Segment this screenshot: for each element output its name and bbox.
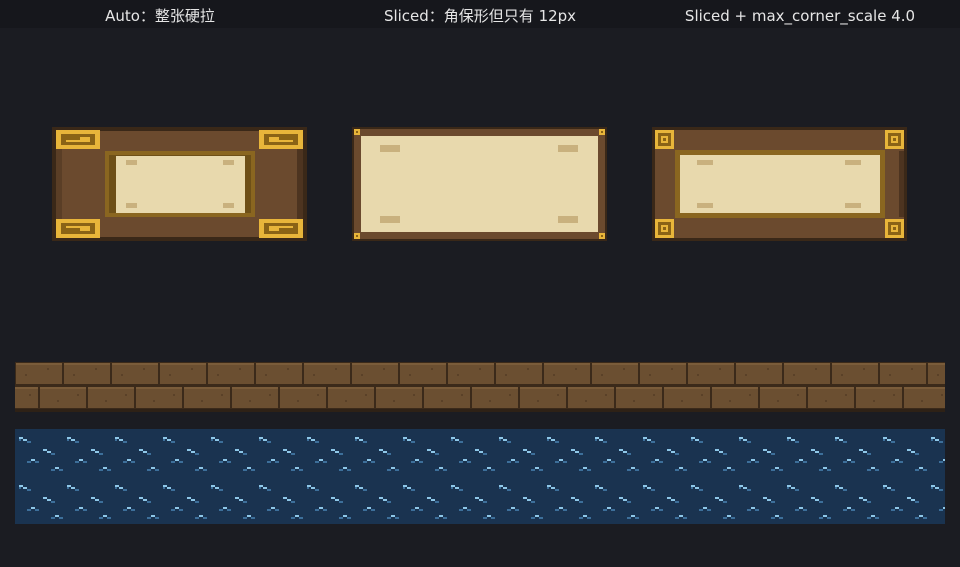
label-max-corner-scale-mode: Sliced + max_corner_scale 4.0 (684, 7, 916, 25)
greek-key-corner-icon (599, 233, 605, 239)
brick-row-bottom (15, 386, 945, 410)
parchment-mark (845, 203, 861, 208)
frame-wood-shade-left (56, 147, 62, 221)
parchment-mark (380, 145, 400, 152)
parchment-mark (126, 160, 137, 165)
panel-sliced-max-corner-scale (652, 127, 907, 241)
panel-sliced-graphic (352, 127, 607, 241)
frame-wood-shade-right (297, 147, 303, 221)
brick-row-top (15, 362, 945, 386)
frame-wood-shade-right (899, 151, 904, 217)
greek-key-corner-icon (56, 219, 100, 238)
label-bar: Auto：整张硬拉 Sliced：角保形但只有 12px Sliced + ma… (0, 0, 960, 28)
parchment-mark (126, 203, 137, 208)
panel-auto-graphic (52, 127, 307, 241)
parchment-mark (380, 216, 400, 223)
brick-strip-bottom-edge (15, 409, 945, 412)
greek-key-corner-icon (655, 219, 674, 238)
panel-maxscale-graphic (652, 127, 907, 241)
greek-key-corner-icon (885, 130, 904, 149)
parchment-mark (223, 203, 234, 208)
label-sliced-mode: Sliced：角保形但只有 12px (383, 7, 577, 25)
parchment-mark (845, 160, 861, 165)
game-viewport: Auto：整张硬拉 Sliced：角保形但只有 12px Sliced + ma… (0, 0, 960, 567)
greek-key-corner-icon (354, 233, 360, 239)
greek-key-corner-icon (354, 129, 360, 135)
water-tiles (15, 429, 945, 524)
panel-auto-stretched (52, 127, 307, 241)
water-tile-strip (15, 429, 945, 524)
greek-key-corner-icon (259, 130, 303, 149)
parchment-mark (697, 203, 713, 208)
parchment-mark (697, 160, 713, 165)
greek-key-corner-icon (259, 219, 303, 238)
parchment-mark (558, 145, 578, 152)
label-auto-mode: Auto：整张硬拉 (105, 7, 215, 25)
parchment-mark (558, 216, 578, 223)
greek-key-corner-icon (655, 130, 674, 149)
greek-key-corner-icon (885, 219, 904, 238)
greek-key-corner-icon (56, 130, 100, 149)
brick-tile-strip (15, 362, 945, 412)
greek-key-corner-icon (599, 129, 605, 135)
panel-sliced-small-corners (352, 127, 607, 241)
parchment-mark (223, 160, 234, 165)
